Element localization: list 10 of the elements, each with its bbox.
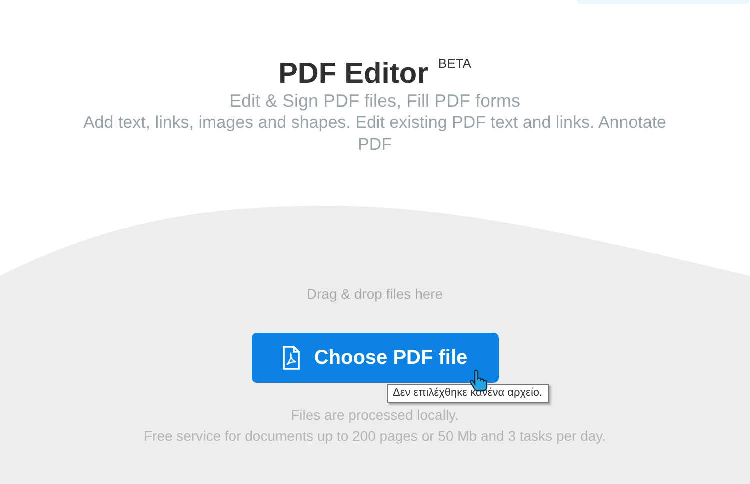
beta-label: BETA — [438, 55, 472, 73]
service-note: Free service for documents up to 200 pages or 50 Mb and 3 tasks per day. — [144, 427, 606, 446]
page-title: PDF Editor — [278, 57, 428, 92]
subtitle: Edit & Sign PDF files, Fill PDF forms — [229, 90, 521, 112]
description-line: Add text, links, images and shapes. Edit existing PDF text and links. Annotate — [83, 112, 667, 134]
drop-hint: Drag & drop files here — [306, 285, 444, 303]
processing-note: Files are processed locally. — [291, 406, 459, 425]
pdf-file-icon — [282, 346, 300, 370]
choose-file-button[interactable]: Choose PDF file — [252, 333, 498, 383]
description-line: PDF — [358, 134, 392, 156]
